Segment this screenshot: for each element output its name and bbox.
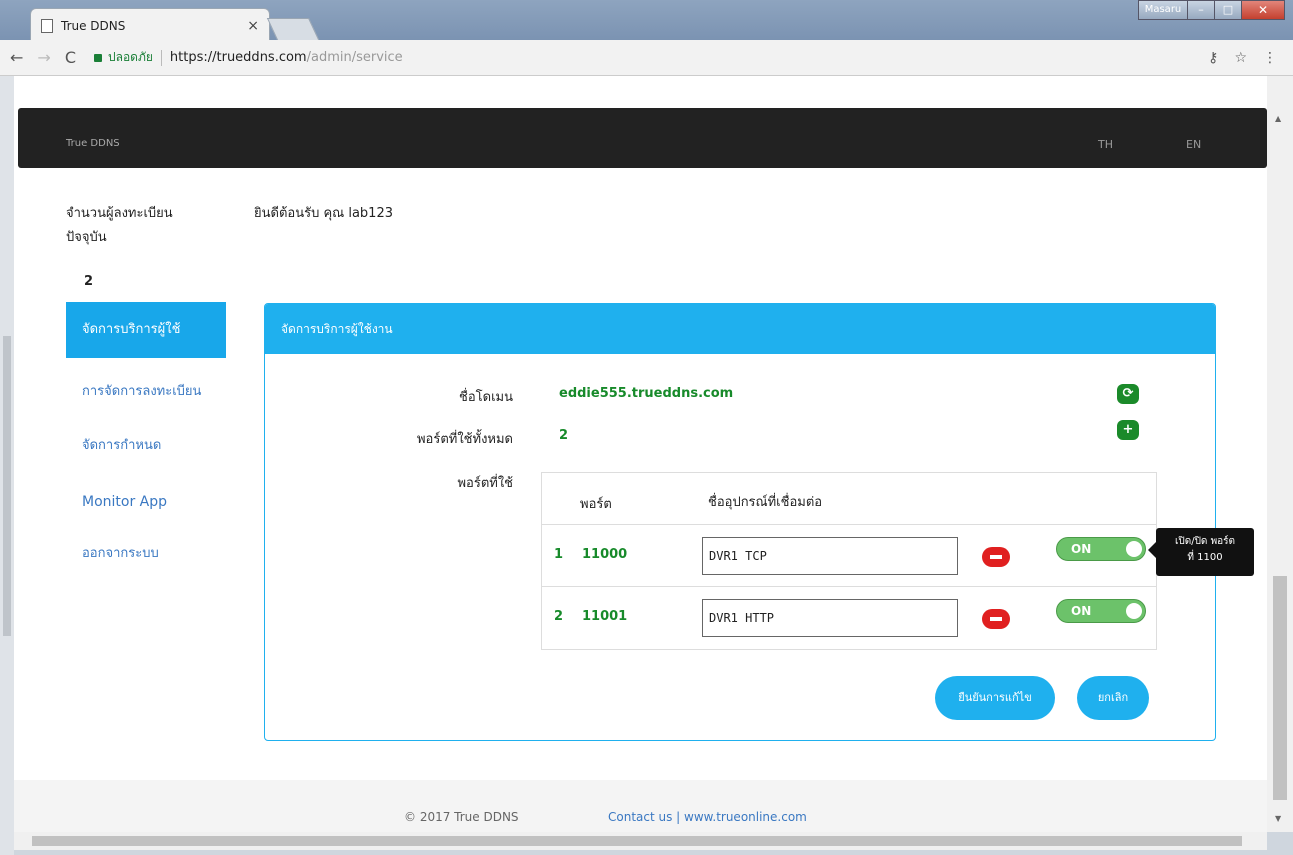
- toggle-knob: [1126, 603, 1142, 619]
- hscroll-thumb[interactable]: [32, 836, 1242, 846]
- url-field[interactable]: ปลอดภัย https://trueddns.com /admin/serv…: [93, 45, 1208, 71]
- new-tab-button[interactable]: [266, 18, 320, 40]
- minimize-button[interactable]: –: [1187, 0, 1215, 20]
- close-window-button[interactable]: ✕: [1241, 0, 1285, 20]
- device-name-input[interactable]: [702, 537, 958, 575]
- ports-total-label: พอร์ตที่ใช้ทั้งหมด: [416, 432, 513, 447]
- key-icon[interactable]: ⚷: [1208, 50, 1218, 66]
- url-path: /admin/service: [306, 50, 403, 65]
- table-row: 2 11001 ON: [542, 587, 1156, 649]
- device-name-input[interactable]: [702, 599, 958, 637]
- tooltip-line-2: ที่ 1100: [1187, 552, 1223, 563]
- address-bar: ← → C ปลอดภัย https://trueddns.com /admi…: [0, 40, 1293, 76]
- panel-title: จัดการบริการผู้ใช้งาน: [265, 304, 1215, 354]
- port-toggle[interactable]: ON: [1056, 537, 1146, 561]
- toggle-knob: [1126, 541, 1142, 557]
- scroll-thumb[interactable]: [1273, 576, 1287, 800]
- port-toggle[interactable]: ON: [1056, 599, 1146, 623]
- add-port-icon[interactable]: +: [1117, 420, 1139, 440]
- secure-label: ปลอดภัย: [107, 50, 153, 64]
- sidebar-item-settings[interactable]: จัดการกำหนด: [66, 426, 226, 466]
- row-index: 1: [554, 547, 564, 562]
- back-icon[interactable]: ←: [10, 48, 23, 67]
- forward-icon[interactable]: →: [37, 48, 50, 67]
- page-footer: © 2017 True DDNS Contact us | www.trueon…: [14, 780, 1267, 832]
- confirm-button[interactable]: ยืนยันการแก้ไข: [935, 676, 1055, 720]
- remove-port-button[interactable]: [982, 547, 1010, 567]
- sidebar-item-monitor-app[interactable]: Monitor App: [66, 482, 226, 522]
- menu-icon[interactable]: ⋮: [1263, 50, 1277, 66]
- service-panel: จัดการบริการผู้ใช้งาน ชื่อโดเมน eddie555…: [264, 303, 1216, 741]
- col-port: พอร์ต: [580, 497, 612, 512]
- tab-title: True DDNS: [61, 18, 126, 33]
- registered-count-value: 2: [84, 274, 94, 289]
- sidebar-item-logout[interactable]: ออกจากระบบ: [66, 534, 226, 574]
- scroll-up-icon[interactable]: ▲: [1275, 114, 1281, 123]
- sidebar-item-user-service[interactable]: จัดการบริการผู้ใช้: [66, 302, 226, 358]
- table-header: พอร์ต ชื่ออุปกรณ์ที่เชื่อมต่อ: [542, 473, 1156, 525]
- scroll-down-icon[interactable]: ▼: [1275, 814, 1281, 823]
- top-navbar: True DDNS TH EN: [18, 108, 1267, 168]
- contact-link[interactable]: Contact us | www.trueonline.com: [608, 810, 807, 824]
- ports-used-label: พอร์ตที่ใช้: [457, 476, 513, 491]
- domain-label: ชื่อโดเมน: [459, 390, 513, 405]
- reload-icon[interactable]: C: [65, 48, 76, 67]
- lang-th-link[interactable]: TH: [1098, 138, 1113, 151]
- row-index: 2: [554, 609, 564, 624]
- window-controls: Masaru – □ ✕: [1138, 0, 1285, 20]
- toggle-tooltip: เปิด/ปิด พอร์ต ที่ 1100: [1148, 528, 1254, 576]
- vertical-scrollbar[interactable]: ▲ ▼: [1267, 76, 1293, 832]
- row-port: 11001: [582, 609, 628, 624]
- star-icon[interactable]: ☆: [1234, 50, 1247, 66]
- registered-count-label: จำนวนผู้ลงทะเบียน ปัจจุบัน: [66, 206, 173, 245]
- horizontal-scrollbar[interactable]: [14, 832, 1267, 850]
- url-host: https://trueddns.com: [169, 50, 307, 65]
- tooltip-line-1: เปิด/ปิด พอร์ต: [1174, 536, 1236, 547]
- tab-close-icon[interactable]: ×: [247, 18, 259, 34]
- toggle-label: ON: [1071, 542, 1092, 556]
- brand-link[interactable]: True DDNS: [66, 138, 120, 149]
- toggle-label: ON: [1071, 604, 1092, 618]
- remove-port-button[interactable]: [982, 609, 1010, 629]
- domain-value: eddie555.trueddns.com: [559, 386, 734, 401]
- row-port: 11000: [582, 547, 628, 562]
- copyright-text: © 2017 True DDNS: [404, 810, 519, 824]
- maximize-button[interactable]: □: [1214, 0, 1242, 20]
- divider: [160, 49, 162, 66]
- lock-icon: [93, 53, 102, 62]
- welcome-text: ยินดีต้อนรับ คุณ lab123: [254, 206, 393, 221]
- sidebar-nav: จัดการบริการผู้ใช้ การจัดการลงทะเบียน จั…: [66, 302, 226, 574]
- left-frame-thumb: [3, 336, 11, 636]
- ports-table: พอร์ต ชื่ออุปกรณ์ที่เชื่อมต่อ 1 11000 ON…: [541, 472, 1157, 650]
- profile-button[interactable]: Masaru: [1138, 0, 1188, 20]
- browser-tab[interactable]: True DDNS ×: [30, 8, 270, 42]
- sidebar-item-registration[interactable]: การจัดการลงทะเบียน: [66, 372, 226, 412]
- left-frame: [0, 76, 14, 855]
- col-device: ชื่ออุปกรณ์ที่เชื่อมต่อ: [708, 495, 823, 510]
- lang-en-link[interactable]: EN: [1186, 138, 1201, 151]
- table-row: 1 11000 ON: [542, 525, 1156, 587]
- refresh-icon[interactable]: ⟳: [1117, 384, 1139, 404]
- cancel-button[interactable]: ยกเลิก: [1077, 676, 1149, 720]
- ports-total-value: 2: [559, 428, 569, 443]
- window-titlebar: True DDNS × Masaru – □ ✕: [0, 0, 1293, 42]
- page-icon: [41, 18, 53, 33]
- page-viewport: True DDNS TH EN จำนวนผู้ลงทะเบียน ปัจจุบ…: [14, 76, 1267, 832]
